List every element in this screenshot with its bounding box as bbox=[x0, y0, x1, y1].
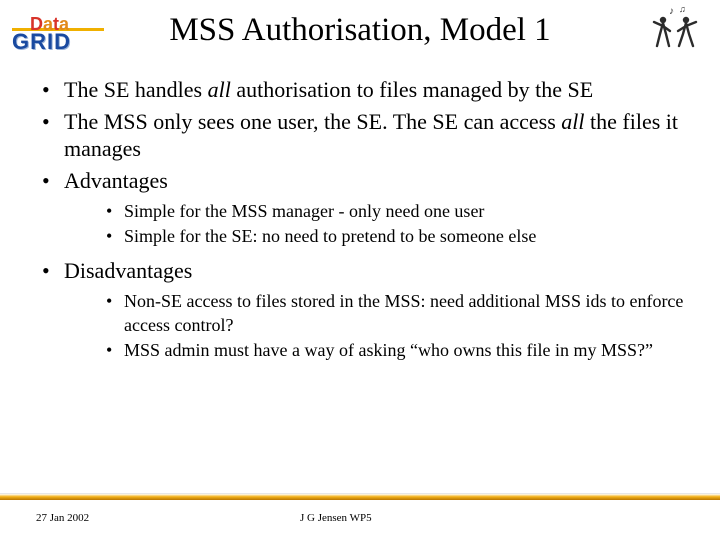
footer-author: J G Jensen WP5 bbox=[300, 512, 372, 524]
sub-list: Simple for the MSS manager - only need o… bbox=[64, 200, 686, 249]
list-item: Non-SE access to files stored in the MSS… bbox=[106, 290, 686, 337]
page-title: MSS Authorisation, Model 1 bbox=[0, 12, 720, 49]
sub-list: Non-SE access to files stored in the MSS… bbox=[64, 290, 686, 362]
text-run: The MSS only sees one user, the SE. The … bbox=[64, 109, 561, 134]
list-item: The MSS only sees one user, the SE. The … bbox=[36, 108, 686, 163]
text-run: all bbox=[561, 109, 584, 134]
list-item: MSS admin must have a way of asking “who… bbox=[106, 339, 686, 362]
list-item: Disadvantages Non-SE access to files stor… bbox=[36, 257, 686, 363]
text-run: The SE handles bbox=[64, 77, 208, 102]
slide: Data GRID ♪ ♫ MSS Authorisation, Model 1… bbox=[0, 0, 720, 540]
text-run: all bbox=[208, 77, 231, 102]
list-item: Simple for the MSS manager - only need o… bbox=[106, 200, 686, 223]
list-item: The SE handles all authorisation to file… bbox=[36, 76, 686, 104]
content-area: The SE handles all authorisation to file… bbox=[36, 76, 686, 370]
text-run: Disadvantages bbox=[64, 258, 192, 283]
bullet-list: The SE handles all authorisation to file… bbox=[36, 76, 686, 362]
footer-divider bbox=[0, 494, 720, 500]
text-run: Advantages bbox=[64, 168, 168, 193]
list-item: Simple for the SE: no need to pretend to… bbox=[106, 225, 686, 248]
list-item: Advantages Simple for the MSS manager - o… bbox=[36, 167, 686, 249]
footer-date: 27 Jan 2002 bbox=[36, 512, 89, 524]
text-run: authorisation to files managed by the SE bbox=[231, 77, 593, 102]
